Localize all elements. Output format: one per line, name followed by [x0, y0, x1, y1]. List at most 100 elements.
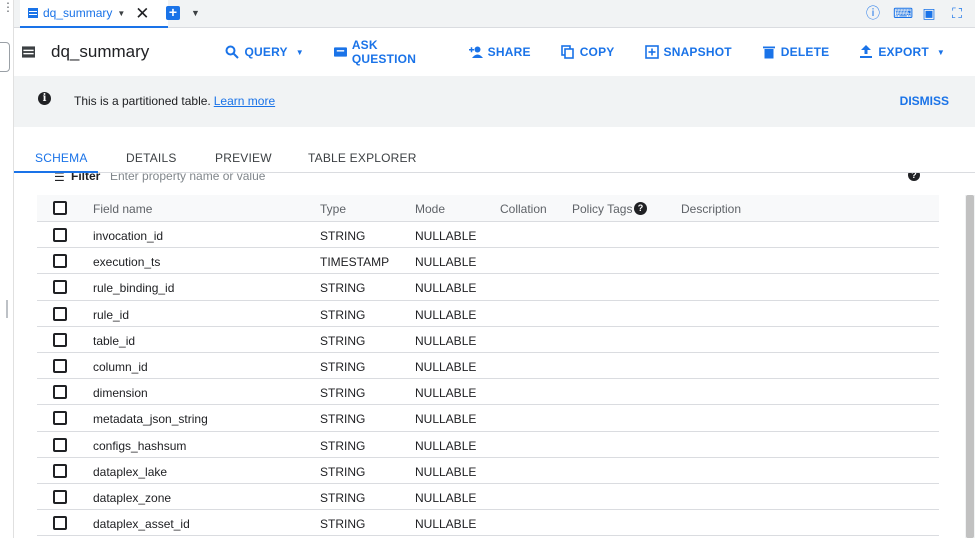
more-vert-icon[interactable]: ⋮	[2, 1, 14, 13]
field-mode: NULLABLE	[415, 307, 477, 322]
field-name: dataplex_zone	[93, 490, 172, 505]
row-checkbox[interactable]	[53, 332, 67, 347]
tab-details[interactable]: DETAILS	[126, 151, 177, 165]
table-row[interactable]: table_id STRING NULLABLE	[37, 327, 939, 353]
fullscreen-icon[interactable]: ⛶	[949, 5, 965, 21]
field-mode: NULLABLE	[415, 333, 477, 348]
field-type: STRING	[320, 517, 366, 532]
col-mode: Mode	[415, 202, 446, 216]
table-row[interactable]: execution_ts TIMESTAMP NULLABLE	[37, 248, 939, 275]
field-mode: NULLABLE	[415, 255, 477, 270]
row-checkbox[interactable]	[53, 358, 67, 373]
table-row[interactable]: rule_binding_id STRING NULLABLE	[37, 274, 939, 301]
tab-table-explorer[interactable]: TABLE EXPLORER	[308, 151, 417, 165]
tab-label: dq_summary	[43, 6, 113, 20]
resize-handle[interactable]	[6, 300, 8, 318]
field-type: STRING	[320, 307, 366, 322]
filter-bar: ☰ Filter ?	[14, 173, 963, 183]
tab-dq-summary[interactable]: dq_summary ▼ ✕	[20, 0, 168, 28]
dismiss-button[interactable]: DISMISS	[900, 94, 949, 108]
field-name: dataplex_asset_id	[93, 517, 190, 532]
field-type: TIMESTAMP	[320, 255, 390, 270]
table-row[interactable]: metadata_json_string STRING NULLABLE	[37, 405, 939, 432]
row-checkbox[interactable]	[53, 228, 67, 242]
table-row[interactable]: dimension STRING NULLABLE	[37, 379, 939, 406]
query-button[interactable]: QUERY ▼	[225, 45, 304, 59]
row-checkbox[interactable]	[53, 254, 67, 269]
panel-icon[interactable]: ▣	[921, 5, 937, 21]
chevron-down-icon[interactable]: ▼	[117, 9, 125, 18]
schema-table: Field name Type Mode Collation Policy Ta…	[37, 195, 939, 537]
close-icon[interactable]: ✕	[135, 5, 149, 22]
export-label: EXPORT	[878, 45, 929, 59]
row-checkbox[interactable]	[53, 280, 67, 295]
row-checkbox[interactable]	[53, 516, 67, 531]
table-row[interactable]: dataplex_lake STRING NULLABLE	[37, 458, 939, 484]
field-mode: NULLABLE	[415, 517, 477, 532]
export-button[interactable]: EXPORT ▼	[859, 45, 945, 59]
field-type: STRING	[320, 464, 366, 479]
new-query-icon[interactable]: +	[166, 5, 180, 20]
table-row[interactable]: rule_id STRING NULLABLE	[37, 301, 939, 327]
row-checkbox[interactable]	[53, 385, 67, 400]
field-mode: NULLABLE	[415, 412, 477, 427]
chevron-down-icon: ▼	[295, 47, 304, 57]
select-all-checkbox[interactable]	[53, 201, 67, 215]
col-type: Type	[320, 202, 347, 216]
table-row[interactable]: dataplex_asset_id STRING NULLABLE	[37, 510, 939, 537]
keyboard-icon[interactable]: ⌨	[893, 5, 913, 21]
row-checkbox[interactable]	[53, 489, 67, 504]
editor-tabbar: dq_summary ▼ ✕ + ▼ ⓘ ⌨ ▣ ⛶	[14, 0, 975, 28]
chevron-down-icon[interactable]: ▼	[191, 8, 200, 18]
info-icon[interactable]: ⓘ	[865, 5, 881, 21]
learn-more-link[interactable]: Learn more	[214, 94, 275, 108]
filter-input[interactable]	[110, 173, 410, 183]
field-name: dataplex_lake	[93, 464, 168, 479]
table-row[interactable]: column_id STRING NULLABLE	[37, 353, 939, 380]
col-collation: Collation	[500, 202, 547, 216]
field-type: STRING	[320, 412, 366, 427]
field-name: execution_ts	[93, 255, 161, 270]
explorer-selection[interactable]	[0, 42, 10, 72]
field-name: rule_binding_id	[93, 281, 175, 296]
field-mode: NULLABLE	[415, 438, 477, 453]
snapshot-label: SNAPSHOT	[663, 45, 732, 59]
share-button[interactable]: SHARE	[468, 45, 531, 59]
field-mode: NULLABLE	[415, 464, 477, 479]
vertical-scrollbar[interactable]	[965, 195, 975, 538]
row-checkbox[interactable]	[53, 463, 67, 478]
col-description: Description	[681, 202, 742, 216]
delete-label: DELETE	[780, 45, 830, 59]
field-name: dimension	[93, 386, 148, 401]
field-mode: NULLABLE	[415, 490, 477, 505]
table-toolbar: dq_summary QUERY ▼ ASK QUESTION SHARE CO…	[14, 28, 975, 76]
page-title: dq_summary	[51, 42, 150, 61]
field-type: STRING	[320, 229, 366, 243]
field-name: rule_id	[93, 307, 130, 322]
row-checkbox[interactable]	[53, 411, 67, 426]
search-icon	[225, 45, 240, 59]
field-name: column_id	[93, 359, 148, 374]
row-checkbox[interactable]	[53, 437, 67, 452]
table-row[interactable]: dataplex_zone STRING NULLABLE	[37, 484, 939, 511]
help-icon[interactable]: ?	[634, 202, 647, 215]
copy-button[interactable]: COPY	[560, 45, 615, 59]
partition-banner: i This is a partitioned table. Learn more…	[14, 76, 975, 127]
snapshot-button[interactable]: SNAPSHOT	[644, 45, 732, 59]
tab-schema[interactable]: SCHEMA	[35, 151, 88, 165]
help-icon[interactable]: ?	[908, 173, 920, 181]
upload-icon	[860, 45, 873, 58]
field-type: STRING	[320, 490, 366, 505]
field-type: STRING	[320, 281, 366, 296]
table-row[interactable]: invocation_id STRING NULLABLE	[37, 222, 939, 249]
delete-button[interactable]: DELETE	[762, 45, 830, 59]
row-checkbox[interactable]	[53, 306, 67, 321]
ask-question-button[interactable]: ASK QUESTION	[333, 38, 439, 66]
table-row[interactable]: configs_hashsum STRING NULLABLE	[37, 432, 939, 458]
field-mode: NULLABLE	[415, 229, 477, 243]
scrollbar-thumb[interactable]	[966, 195, 974, 538]
tab-preview[interactable]: PREVIEW	[215, 151, 272, 165]
table-header: Field name Type Mode Collation Policy Ta…	[37, 195, 939, 222]
field-name: table_id	[93, 333, 136, 348]
table-icon	[28, 8, 38, 18]
